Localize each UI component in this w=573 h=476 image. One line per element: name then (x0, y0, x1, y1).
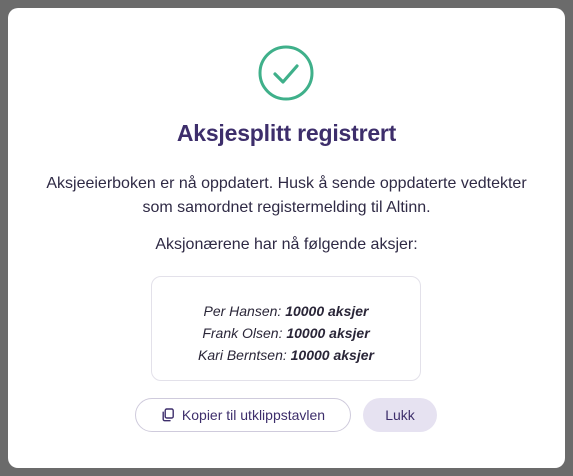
copy-button-label: Kopier til utklippstavlen (181, 407, 326, 423)
close-button-label: Lukk (385, 407, 415, 423)
holder-row: Kari Berntsen: 10000 aksjer (152, 344, 420, 366)
holder-name: Frank Olsen: (202, 325, 283, 341)
holder-name: Per Hansen: (203, 303, 282, 319)
dialog-description: Aksjeeierboken er nå oppdatert. Husk å s… (8, 172, 565, 220)
success-dialog: Aksjesplitt registrert Aksjeeierboken er… (8, 8, 565, 468)
description-line: Aksjeeierboken er nå oppdatert. Husk å s… (46, 175, 527, 192)
holdings-list: Per Hansen: 10000 aksjer Frank Olsen: 10… (151, 276, 421, 381)
description-line: som samordnet registermelding til Altinn… (142, 199, 431, 216)
check-circle-icon (258, 45, 314, 101)
close-button[interactable]: Lukk (363, 398, 437, 432)
holder-amount: 10000 aksjer (285, 303, 369, 319)
holder-row: Per Hansen: 10000 aksjer (152, 300, 420, 322)
holdings-heading: Aksjonærene har nå følgende aksjer: (155, 236, 418, 253)
copy-to-clipboard-button[interactable]: Kopier til utklippstavlen (135, 398, 351, 432)
holder-amount: 10000 aksjer (290, 347, 374, 363)
holder-amount: 10000 aksjer (286, 325, 370, 341)
dialog-title: Aksjesplitt registrert (176, 120, 397, 146)
holder-name: Kari Berntsen: (198, 347, 287, 363)
copy-icon (162, 408, 174, 422)
holder-row: Frank Olsen: 10000 aksjer (152, 322, 420, 344)
